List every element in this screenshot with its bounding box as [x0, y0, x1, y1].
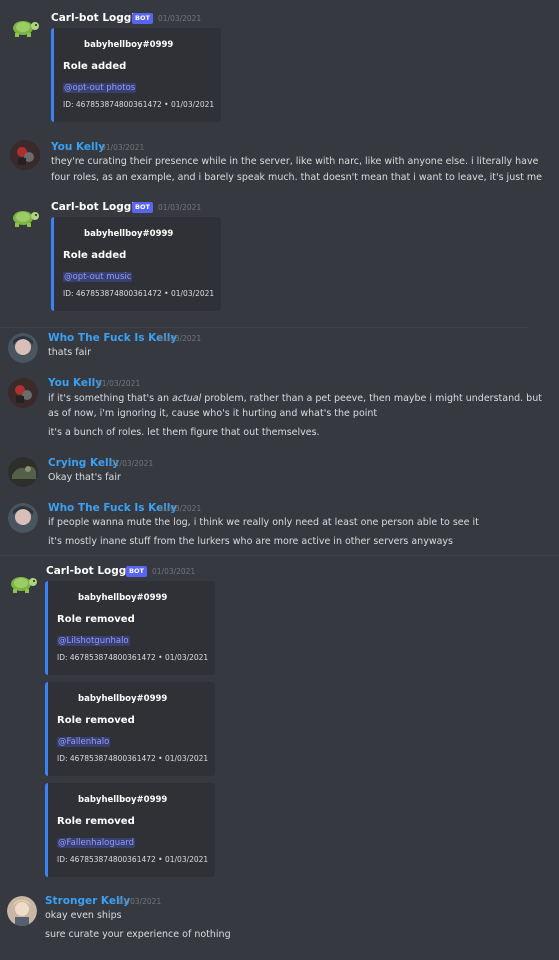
username[interactable]: Crying Kelly [48, 457, 119, 469]
bot-badge: BOT [132, 13, 153, 24]
embed-author[interactable]: babyhellboy#0999 [84, 229, 173, 239]
embed: babyhellboy#0999 Role removed @Fallenhal… [45, 682, 215, 776]
embed-title: Role removed [57, 816, 135, 827]
timestamp: 01/03/2021 [158, 334, 202, 343]
role-mention[interactable]: @opt-out photos [63, 83, 137, 93]
message-text: Okay that's fair [48, 472, 121, 483]
turtle-icon [13, 21, 39, 37]
timestamp: 01/03/2021 [152, 567, 196, 576]
embed-footer: ID: 467853874800361472 • 01/03/2021 [63, 289, 215, 298]
avatar[interactable] [8, 14, 40, 40]
message-text: as of now, i'm ignoring it, cause who's … [48, 408, 378, 419]
avatar-image-icon [8, 457, 38, 487]
embed: babyhellboy#0999 Role removed @Lilshotgu… [45, 581, 215, 675]
message-text: if people wanna mute the log, i think we… [48, 517, 479, 528]
emphasis-text: actual [172, 393, 202, 404]
message-text-part: if it's something that's an [48, 393, 173, 404]
avatar-image-icon [7, 896, 37, 926]
embed: babyhellboy#0999 Role removed @Fallenhal… [45, 783, 215, 877]
avatar-image-icon [8, 503, 38, 533]
role-mention[interactable]: @Lilshotgunhalo [57, 636, 130, 646]
embed-footer: ID: 467853874800361472 • 01/03/2021 [63, 100, 215, 109]
timestamp: 01/03/2021 [158, 14, 202, 23]
embed-title: Role removed [57, 614, 135, 625]
avatar[interactable] [8, 378, 38, 408]
message-text: okay even ships [45, 910, 122, 921]
role-mention[interactable]: @Fallenhalo [57, 737, 111, 747]
embed-author[interactable]: babyhellboy#0999 [78, 694, 167, 704]
bot-badge: BOT [132, 202, 153, 213]
message-text: it's mostly inane stuff from the lurkers… [48, 536, 453, 547]
username[interactable]: You Kelly [51, 141, 105, 153]
role-mention[interactable]: @Fallenhaloguard [57, 838, 136, 848]
avatar[interactable] [8, 333, 38, 363]
avatar[interactable] [7, 896, 37, 926]
message-text: it's a bunch of roles. let them figure t… [48, 427, 320, 438]
timestamp: 01/03/2021 [110, 459, 154, 468]
bot-badge: BOT [126, 566, 147, 577]
username[interactable]: You Kelly [48, 377, 102, 389]
embed-footer: ID: 467853874800361472 • 01/03/2021 [57, 855, 209, 864]
avatar-image-icon [10, 140, 40, 170]
avatar[interactable] [8, 204, 40, 230]
embed-author[interactable]: babyhellboy#0999 [78, 593, 167, 603]
embed-author[interactable]: babyhellboy#0999 [84, 40, 173, 50]
avatar[interactable] [8, 457, 38, 487]
embed-author[interactable]: babyhellboy#0999 [78, 795, 167, 805]
timestamp: 01/03/2021 [118, 897, 162, 906]
divider [0, 327, 528, 328]
timestamp: 01/03/2021 [101, 143, 145, 152]
avatar-image-icon [8, 378, 38, 408]
embed: babyhellboy#0999 Role added @opt-out pho… [51, 28, 221, 122]
message-text: four roles, as an example, and i barely … [51, 172, 543, 183]
turtle-icon [13, 211, 39, 227]
message-text: thats fair [48, 347, 91, 358]
avatar[interactable] [10, 140, 40, 170]
message-text: sure curate your experience of nothing [45, 929, 231, 940]
message-text-part: problem, rather than a pet peeve, then m… [201, 393, 542, 404]
message-text: they're curating their presence while in… [51, 156, 539, 167]
message-text: if it's something that's an actual probl… [48, 392, 542, 405]
embed-title: Role added [63, 250, 127, 261]
embed-footer: ID: 467853874800361472 • 01/03/2021 [57, 754, 209, 763]
turtle-icon [11, 577, 37, 593]
timestamp: 01/03/2021 [158, 203, 202, 212]
timestamp: 01/03/2021 [158, 504, 202, 513]
timestamp: 01/03/2021 [97, 379, 141, 388]
avatar-image-icon [8, 333, 38, 363]
avatar[interactable] [8, 503, 38, 533]
embed-footer: ID: 467853874800361472 • 01/03/2021 [57, 653, 209, 662]
embed-title: Role removed [57, 715, 135, 726]
embed: babyhellboy#0999 Role added @opt-out mus… [51, 217, 221, 311]
role-mention[interactable]: @opt-out music [63, 272, 133, 282]
embed-title: Role added [63, 61, 127, 72]
avatar[interactable] [6, 570, 38, 596]
divider [0, 555, 559, 556]
